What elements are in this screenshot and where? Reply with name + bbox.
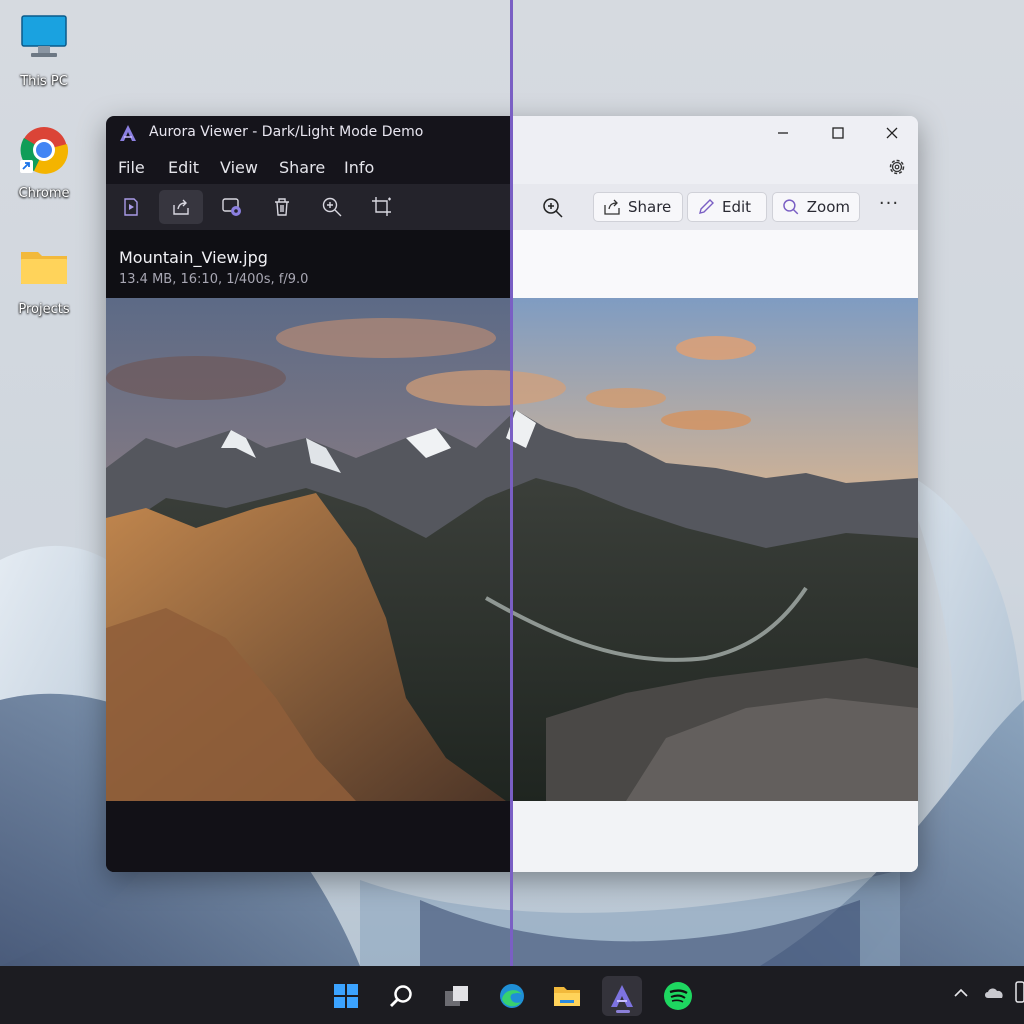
maximize-button[interactable] [818,120,858,146]
share-icon [173,199,189,215]
aurora-viewer-taskbar-button[interactable] [602,976,642,1016]
slideshow-settings-button[interactable] [215,190,249,224]
minimize-icon [778,132,788,134]
light-info-area [511,230,918,298]
menu-view[interactable]: View [220,158,258,177]
share-button[interactable]: Share [593,192,683,222]
crop-button[interactable] [365,190,399,224]
edge-icon [500,984,524,1008]
desktop-icon-label: This PC [20,74,68,89]
share-button-label: Share [628,198,672,216]
monitor-icon [21,15,67,57]
share-icon [604,199,620,215]
windows-start-icon [334,984,358,1008]
zoom-button-label: Zoom [806,198,850,216]
close-icon [886,127,898,139]
delete-icon [275,198,289,216]
cloud-icon [985,988,1003,998]
desktop-icon-chrome[interactable]: Chrome [4,124,84,201]
zoom-in-icon [322,197,342,217]
file-explorer-icon [554,987,580,1006]
menu-file[interactable]: File [118,158,145,177]
more-options-button[interactable]: ··· [877,195,901,220]
light-footer-area [511,801,918,872]
file-info-panel: Mountain_View.jpg 13.4 MB, 16:10, 1/400s… [106,230,511,298]
chevron-up-icon [954,988,968,997]
delete-button[interactable] [265,190,299,224]
task-view-button[interactable] [437,976,477,1016]
mode-split-divider[interactable] [510,0,513,966]
minimize-button[interactable] [763,120,803,146]
onedrive-tray-icon[interactable] [983,984,1007,1006]
desktop-icon-projects[interactable]: Projects [4,240,84,317]
zoom-in-button[interactable] [315,190,349,224]
menu-share[interactable]: Share [279,158,325,177]
title-bar[interactable]: Aurora Viewer - Dark/Light Mode Demo [106,116,511,150]
edit-button[interactable]: Edit [687,192,767,222]
aurora-logo-icon [120,125,136,141]
menu-info[interactable]: Info [344,158,374,177]
light-toolbar: Share Edit Zoom ··· [511,184,918,230]
close-button[interactable] [872,120,912,146]
file-aperture: f/9.0 [278,272,309,287]
spotify-icon [664,982,692,1010]
aurora-viewer-icon [611,985,633,1007]
desktop-icon-label: Projects [18,302,70,317]
file-size: 13.4 MB, [119,272,177,287]
file-explorer-button[interactable] [547,976,587,1016]
edit-button-label: Edit [722,198,752,216]
spotify-button[interactable] [658,976,698,1016]
maximize-icon [832,127,844,139]
settings-gear-icon[interactable] [886,156,908,178]
menu-bar: File Edit View Share Info [106,150,511,184]
share-toolbar-button[interactable] [159,190,203,224]
zoom-button[interactable]: Zoom [772,192,860,222]
edge-button[interactable] [492,976,532,1016]
window-title: Aurora Viewer - Dark/Light Mode Demo [149,124,424,140]
search-icon [390,985,412,1007]
notification-icon [1015,981,1024,1003]
chrome-icon [20,127,69,174]
dark-footer-area [106,801,511,872]
running-indicator [616,1010,630,1013]
slideshow-settings-icon [222,198,241,216]
file-name: Mountain_View.jpg [119,248,268,267]
slideshow-button[interactable] [114,190,148,224]
crop-icon [372,197,391,216]
file-metadata: 13.4 MB, 16:10, 1/400s, f/9.0 [119,272,308,287]
desktop-icon-label: Chrome [18,186,70,201]
slideshow-icon [124,198,138,216]
tray-overflow-button[interactable] [952,984,970,1006]
zoom-in-icon[interactable] [541,196,565,220]
start-button[interactable] [326,976,366,1016]
pencil-icon [699,199,714,214]
search-zoom-icon [783,199,799,215]
menu-edit[interactable]: Edit [168,158,199,177]
desktop-icon-this-pc[interactable]: This PC [4,12,84,89]
task-view-icon [445,986,468,1006]
taskbar-search-button[interactable] [381,976,421,1016]
file-shutter: 1/400s, [226,272,275,287]
taskbar [0,966,1024,1024]
file-aspect: 16:10, [180,272,223,287]
tray-partial-icon[interactable] [1014,980,1024,1008]
light-title-bar[interactable] [511,116,918,150]
folder-icon [21,252,67,284]
dark-toolbar [106,184,511,230]
